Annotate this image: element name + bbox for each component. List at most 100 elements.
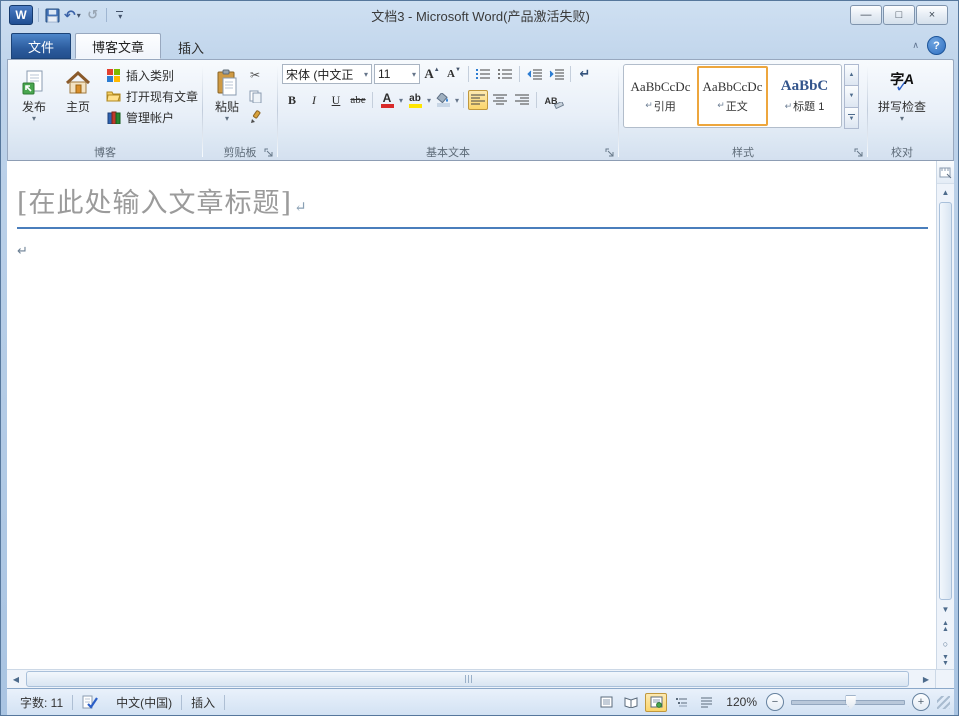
align-center-icon [493,94,508,105]
scroll-up-button[interactable]: ▲ [937,184,954,201]
underline-button[interactable]: U [326,90,346,110]
redo-button-disabled[interactable]: ↺ [85,6,101,24]
text-highlight-button[interactable]: ab [405,90,425,110]
word-logo-icon[interactable]: W [9,5,33,25]
open-existing-post-button[interactable]: 打开现有文章 [106,87,198,105]
copy-button[interactable] [247,87,263,105]
align-right-icon [515,94,530,105]
tab-insert[interactable]: 插入 [161,34,221,59]
print-layout-view-button[interactable] [595,693,617,712]
numbering-button[interactable] [495,64,515,84]
close-button[interactable]: × [916,5,948,25]
insert-mode-indicator[interactable]: 插入 [182,694,224,711]
next-page-button[interactable]: ▼ ▼ [937,652,954,669]
collapse-ribbon-icon[interactable]: ∧ [912,40,919,51]
fullscreen-reading-view-button[interactable] [620,693,642,712]
paste-button[interactable]: 粘贴 ▾ [207,64,247,123]
zoom-slider[interactable] [791,695,905,710]
spelling-status-button[interactable] [73,695,107,709]
maximize-button[interactable]: □ [883,5,915,25]
clear-formatting-button[interactable]: AB [541,90,564,110]
clipboard-dialog-launcher[interactable] [263,147,274,158]
strikethrough-button[interactable]: abe [348,90,368,110]
draft-view-button[interactable] [695,693,717,712]
align-center-button[interactable] [490,90,510,110]
bullets-button[interactable] [473,64,493,84]
horizontal-scroll-thumb[interactable] [26,671,909,687]
basic-text-dialog-launcher[interactable] [604,147,615,158]
styles-dialog-launcher[interactable] [853,147,864,158]
align-left-icon [471,94,486,105]
cut-button[interactable]: ✂ [247,66,263,84]
formatting-marks-icon: ↵ [579,66,591,81]
group-label-clipboard: 剪贴板 [204,143,276,160]
horizontal-scroll-track[interactable] [25,671,917,687]
help-button[interactable]: ? [927,36,946,55]
style-gallery-down-button[interactable]: ▼ [844,85,859,108]
scroll-right-button[interactable]: ▶ [917,670,935,688]
save-button[interactable] [44,6,60,24]
fullscreen-reading-icon [624,697,638,708]
zoom-out-button[interactable]: − [766,693,784,711]
clear-formatting-icon: AB [545,93,564,110]
decrease-indent-icon [526,69,542,80]
style-card-normal[interactable]: AaBbCcDc ↵ 正文 [697,66,768,126]
home-page-button[interactable]: 主页 [56,64,100,114]
manage-accounts-button[interactable]: 管理帐户 [106,108,198,126]
toolbar-separator [519,66,520,82]
show-formatting-marks-button[interactable]: ↵ [575,64,595,84]
web-layout-view-button[interactable] [645,692,668,712]
minimize-button[interactable]: — [850,5,882,25]
title-bar[interactable]: W ↶ ▾ ↺ ▾ 文档3 - Microsoft Word(产品激活失败) —… [7,1,954,29]
customize-qat-button[interactable]: ▾ [112,6,128,24]
font-color-button[interactable]: A [377,90,397,110]
insert-category-button[interactable]: 插入类别 [106,66,198,84]
highlight-caret-icon[interactable]: ▾ [427,96,431,105]
draft-icon [700,697,712,708]
shading-button[interactable] [433,90,453,110]
scroll-left-button[interactable]: ◀ [7,670,25,688]
style-card-heading1[interactable]: AaBbC ↵ 标题 1 [769,66,840,126]
view-ruler-button[interactable] [937,161,954,184]
qat-separator [38,8,39,22]
outline-view-button[interactable] [670,693,692,712]
paragraph-mark-icon: ↵ [294,198,308,216]
zoom-slider-thumb[interactable] [845,695,856,710]
align-right-button[interactable] [512,90,532,110]
post-title-placeholder[interactable]: [在此处输入文章标题] ↵ [17,181,308,220]
style-card-quote[interactable]: AaBbCcDc ↵ 引用 [625,66,696,126]
style-gallery-expand-button[interactable]: ▼ [844,106,859,129]
decrease-indent-button[interactable] [524,64,544,84]
italic-button[interactable]: I [304,90,324,110]
increase-indent-button[interactable] [546,64,566,84]
word-count-indicator[interactable]: 字数: 11 [11,694,72,711]
font-size-combo[interactable]: 11 ▾ [374,64,420,84]
spell-check-icon: 字A ✓ [889,71,915,96]
select-browse-object-button[interactable]: ○ [937,635,954,652]
font-color-caret-icon[interactable]: ▾ [399,96,403,105]
tab-blog-post[interactable]: 博客文章 [75,33,162,59]
previous-page-button[interactable]: ▲ ▲ [937,618,954,635]
scroll-down-button[interactable]: ▼ [937,601,954,618]
group-clipboard: 粘贴 ▾ ✂ 剪贴板 [204,61,276,160]
style-gallery-up-button[interactable]: ▲ [844,64,859,87]
publish-button[interactable]: 发布 ▾ [12,64,56,123]
document-canvas[interactable]: [在此处输入文章标题] ↵ ↵ [7,161,936,669]
format-painter-button[interactable] [247,108,263,126]
vertical-scroll-thumb[interactable] [939,202,952,600]
shrink-font-button[interactable]: A ▼ [444,64,464,84]
language-indicator[interactable]: 中文(中国) [107,694,181,711]
shading-caret-icon[interactable]: ▾ [455,96,459,105]
zoom-level-indicator[interactable]: 120% [720,695,763,709]
undo-button[interactable]: ↶ ▾ [64,6,81,24]
bold-button[interactable]: B [282,90,302,110]
publish-icon [21,66,47,100]
align-left-button[interactable] [468,90,489,110]
spell-check-button[interactable]: 字A ✓ 拼写检查 ▾ [873,64,931,123]
group-proofing: 字A ✓ 拼写检查 ▾ 校对 [869,61,935,160]
zoom-in-button[interactable]: + [912,693,930,711]
resize-grip[interactable] [937,695,950,709]
font-name-combo[interactable]: 宋体 (中文正 ▾ [282,64,372,84]
tab-file[interactable]: 文件 [11,33,72,59]
grow-font-button[interactable]: A ▲ [422,64,442,84]
